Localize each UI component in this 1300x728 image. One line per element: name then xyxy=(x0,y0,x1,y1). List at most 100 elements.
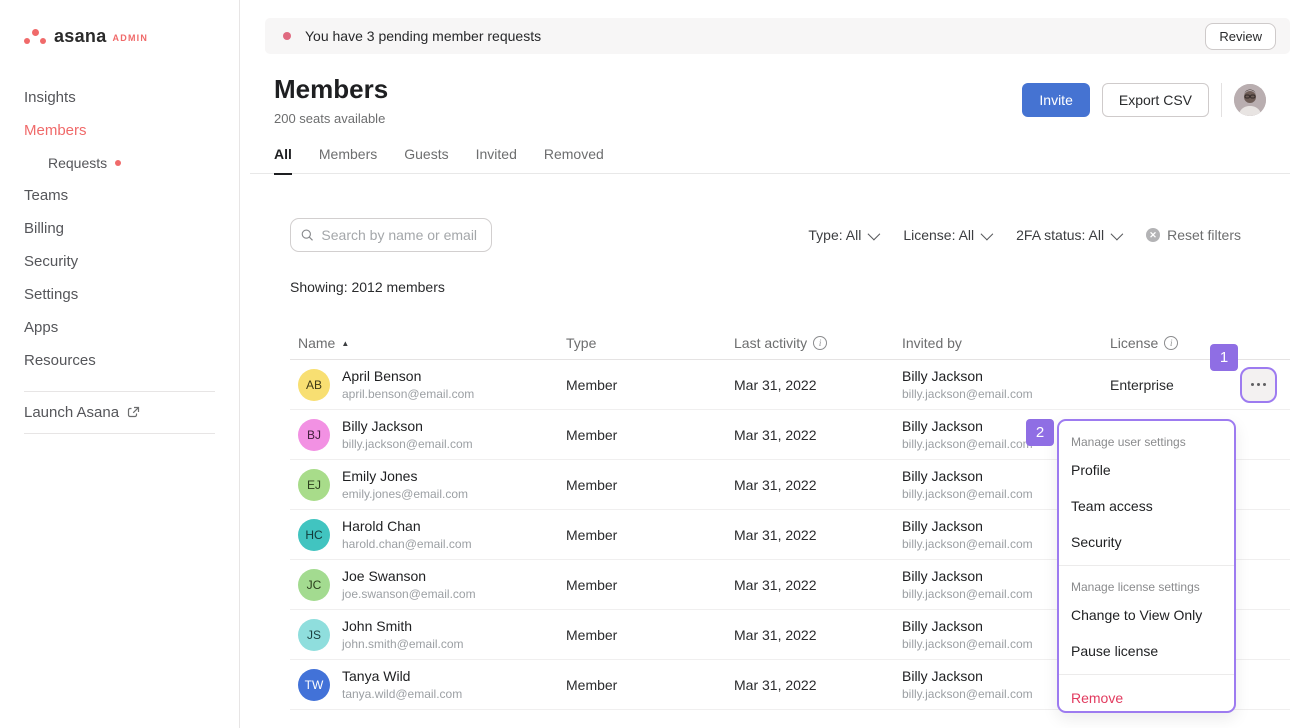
page-header: Members 200 seats available Invite Expor… xyxy=(274,74,1266,126)
member-avatar: TW xyxy=(298,669,330,701)
menu-item-pause-license[interactable]: Pause license xyxy=(1059,633,1234,669)
filter-2fa-status[interactable]: 2FA status: All xyxy=(1016,227,1120,243)
member-email: tanya.wild@email.com xyxy=(342,687,462,701)
menu-section-header-license: Manage license settings xyxy=(1059,571,1234,597)
sidebar-item-label: Resources xyxy=(24,352,96,369)
sidebar-item-label: Settings xyxy=(24,286,78,303)
sidebar-item-teams[interactable]: Teams xyxy=(0,179,239,212)
member-name: Harold Chan xyxy=(342,518,472,534)
toolbar: Type: All License: All 2FA status: All ✕… xyxy=(290,218,1241,252)
sidebar-item-insights[interactable]: Insights xyxy=(0,81,239,114)
avatar-photo-icon xyxy=(1234,84,1266,116)
column-header-license: License i xyxy=(1110,335,1206,351)
menu-item-profile[interactable]: Profile xyxy=(1059,452,1234,488)
member-type: Member xyxy=(566,577,734,593)
review-button[interactable]: Review xyxy=(1205,23,1276,50)
info-icon[interactable]: i xyxy=(813,336,827,350)
table-header-row: Name▲ Type Last activityi Invited by Lic… xyxy=(290,327,1290,360)
member-email: april.benson@email.com xyxy=(342,387,474,401)
invite-button[interactable]: Invite xyxy=(1022,83,1089,117)
menu-item-remove[interactable]: Remove xyxy=(1059,680,1234,713)
search-icon xyxy=(301,228,313,242)
license-value: Enterprise xyxy=(1110,377,1206,393)
brand-name: asana xyxy=(54,26,107,47)
sidebar-item-label: Requests xyxy=(48,155,107,171)
tab-invited[interactable]: Invited xyxy=(476,146,517,174)
menu-section-header-user: Manage user settings xyxy=(1059,426,1234,452)
sidebar-item-settings[interactable]: Settings xyxy=(0,278,239,311)
menu-item-security[interactable]: Security xyxy=(1059,524,1234,560)
sidebar-divider xyxy=(24,433,215,434)
header-divider xyxy=(1221,83,1222,117)
filters: Type: All License: All 2FA status: All ✕… xyxy=(808,227,1241,243)
page-title: Members xyxy=(274,74,388,105)
menu-item-change-to-view-only[interactable]: Change to View Only xyxy=(1059,597,1234,633)
member-name: Billy Jackson xyxy=(342,418,473,434)
sidebar-item-billing[interactable]: Billing xyxy=(0,212,239,245)
search-box xyxy=(290,218,492,252)
info-icon[interactable]: i xyxy=(1164,336,1178,350)
member-avatar: BJ xyxy=(298,419,330,451)
column-label: License xyxy=(1110,335,1158,351)
reset-filters-button[interactable]: ✕Reset filters xyxy=(1146,227,1241,243)
launch-asana-link[interactable]: Launch Asana xyxy=(0,392,239,433)
member-avatar: HC xyxy=(298,519,330,551)
banner-message: You have 3 pending member requests xyxy=(305,28,1205,44)
member-avatar: JS xyxy=(298,619,330,651)
pending-requests-dot-icon xyxy=(115,160,121,166)
last-activity: Mar 31, 2022 xyxy=(734,377,902,393)
asana-logo: asana ADMIN xyxy=(24,26,239,47)
tab-removed[interactable]: Removed xyxy=(544,146,604,174)
invited-by-cell: Billy Jacksonbilly.jackson@email.com xyxy=(902,368,1110,401)
column-header-last-activity: Last activityi xyxy=(734,335,902,351)
filter-license[interactable]: License: All xyxy=(903,227,990,243)
sidebar-item-label: Security xyxy=(24,253,78,270)
sidebar: asana ADMIN Insights Members Requests Te… xyxy=(0,0,240,728)
sidebar-item-requests[interactable]: Requests xyxy=(0,147,239,179)
launch-asana-label: Launch Asana xyxy=(24,404,119,421)
member-email: emily.jones@email.com xyxy=(342,487,468,501)
user-avatar[interactable] xyxy=(1234,84,1266,116)
filter-2fa-label: 2FA status: All xyxy=(1016,227,1104,243)
member-name: April Benson xyxy=(342,368,474,384)
sidebar-item-members[interactable]: Members xyxy=(0,114,239,147)
filter-type[interactable]: Type: All xyxy=(808,227,877,243)
menu-divider xyxy=(1059,565,1234,566)
sidebar-item-label: Apps xyxy=(24,319,58,336)
member-avatar: JC xyxy=(298,569,330,601)
invited-by-name: Billy Jackson xyxy=(902,368,1110,384)
member-name-cell: HC Harold Chanharold.chan@email.com xyxy=(290,518,566,551)
member-name-cell: AB April Bensonapril.benson@email.com xyxy=(290,368,566,401)
last-activity: Mar 31, 2022 xyxy=(734,677,902,693)
tab-members[interactable]: Members xyxy=(319,146,377,174)
export-csv-button[interactable]: Export CSV xyxy=(1102,83,1209,117)
row-context-menu: Manage user settings Profile Team access… xyxy=(1057,419,1236,713)
sort-ascending-icon: ▲ xyxy=(341,339,349,348)
member-name-cell: BJ Billy Jacksonbilly.jackson@email.com xyxy=(290,418,566,451)
seats-available: 200 seats available xyxy=(274,111,388,126)
filter-license-label: License: All xyxy=(903,227,974,243)
last-activity: Mar 31, 2022 xyxy=(734,527,902,543)
sidebar-nav: Insights Members Requests Teams Billing … xyxy=(0,81,239,377)
results-summary: Showing: 2012 members xyxy=(290,279,1300,295)
member-type: Member xyxy=(566,627,734,643)
member-email: joe.swanson@email.com xyxy=(342,587,476,601)
sidebar-item-security[interactable]: Security xyxy=(0,245,239,278)
table-row: AB April Bensonapril.benson@email.com Me… xyxy=(290,360,1290,410)
last-activity: Mar 31, 2022 xyxy=(734,427,902,443)
tab-all[interactable]: All xyxy=(274,146,292,175)
sidebar-item-resources[interactable]: Resources xyxy=(0,344,239,377)
row-menu-button[interactable] xyxy=(1240,367,1277,403)
tab-guests[interactable]: Guests xyxy=(404,146,448,174)
alert-dot-icon xyxy=(283,32,291,40)
filter-type-label: Type: All xyxy=(808,227,861,243)
menu-item-team-access[interactable]: Team access xyxy=(1059,488,1234,524)
last-activity: Mar 31, 2022 xyxy=(734,477,902,493)
menu-divider xyxy=(1059,674,1234,675)
member-type: Member xyxy=(566,427,734,443)
sidebar-item-apps[interactable]: Apps xyxy=(0,311,239,344)
member-name-cell: JS John Smithjohn.smith@email.com xyxy=(290,618,566,651)
column-header-name[interactable]: Name▲ xyxy=(290,335,566,351)
search-input[interactable] xyxy=(321,227,481,243)
reset-filters-label: Reset filters xyxy=(1167,227,1241,243)
